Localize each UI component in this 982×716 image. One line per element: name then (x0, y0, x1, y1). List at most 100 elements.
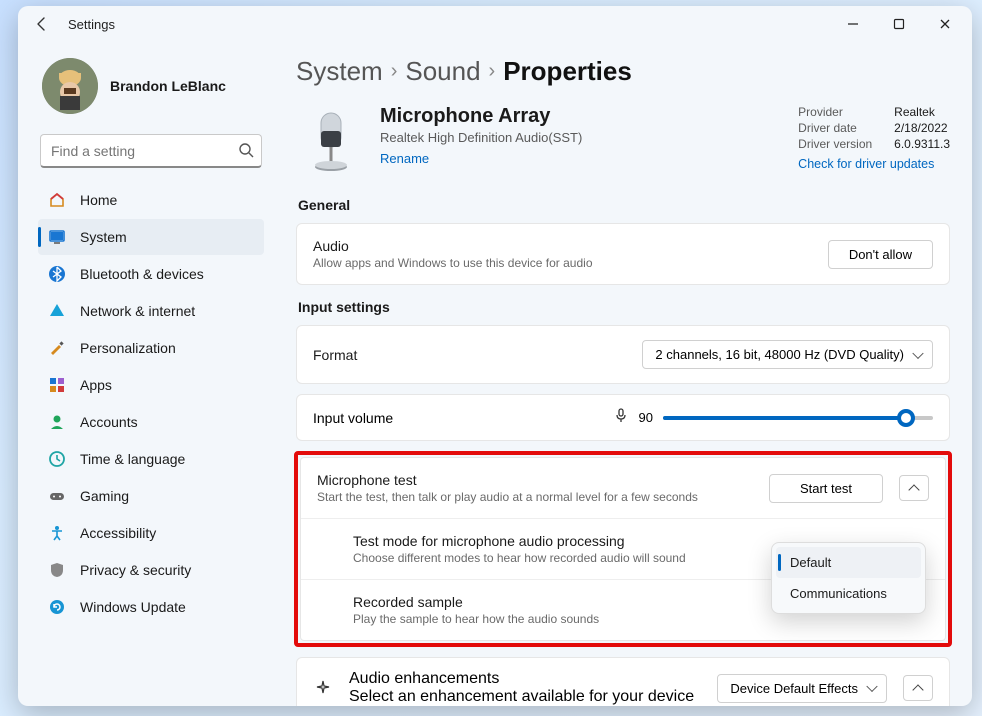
format-select[interactable]: 2 channels, 16 bit, 48000 Hz (DVD Qualit… (642, 340, 933, 369)
update-icon (48, 598, 66, 616)
app-title: Settings (68, 17, 115, 32)
meta-key: Provider (798, 105, 878, 119)
sidebar-item-label: Accessibility (80, 525, 156, 541)
volume-label: Input volume (313, 410, 601, 426)
sidebar-item-label: Personalization (80, 340, 176, 356)
accounts-icon (48, 413, 66, 431)
sidebar-item-label: Home (80, 192, 117, 208)
sidebar-item-update[interactable]: Windows Update (38, 589, 264, 625)
enhancements-card: Audio enhancements Select an enhancement… (296, 657, 950, 706)
close-button[interactable] (922, 7, 968, 41)
driver-meta: Provider Realtek Driver date 2/18/2022 Dri… (798, 105, 950, 171)
audio-sub: Allow apps and Windows to use this devic… (313, 256, 812, 270)
accessibility-icon (48, 524, 66, 542)
meta-value: 2/18/2022 (894, 121, 947, 135)
mic-icon[interactable] (613, 407, 629, 428)
sidebar-item-label: Windows Update (80, 599, 186, 615)
meta-value: Realtek (894, 105, 935, 119)
device-header: Microphone Array Realtek High Definition… (296, 105, 950, 183)
format-card: Format 2 channels, 16 bit, 48000 Hz (DVD… (296, 325, 950, 384)
profile-block[interactable]: Brandon LeBlanc (38, 52, 264, 130)
search-box (40, 134, 262, 168)
volume-slider[interactable] (663, 416, 933, 420)
sidebar-item-network[interactable]: Network & internet (38, 293, 264, 329)
sidebar-item-bluetooth[interactable]: Bluetooth & devices (38, 256, 264, 292)
sidebar-item-label: System (80, 229, 127, 245)
sidebar-item-accessibility[interactable]: Accessibility (38, 515, 264, 551)
breadcrumb: System › Sound › Properties (296, 56, 950, 87)
search-icon (238, 142, 254, 163)
microphone-icon (296, 105, 366, 183)
shield-icon (48, 561, 66, 579)
sidebar-item-label: Bluetooth & devices (80, 266, 204, 282)
chevron-up-icon (912, 684, 923, 695)
chevron-right-icon: › (489, 60, 496, 83)
titlebar: Settings (18, 6, 972, 42)
apps-icon (48, 376, 66, 394)
sidebar-item-label: Gaming (80, 488, 129, 504)
avatar (42, 58, 98, 114)
breadcrumb-properties: Properties (503, 56, 632, 87)
dropdown-option-communications[interactable]: Communications (776, 578, 921, 609)
enhancements-select[interactable]: Device Default Effects (717, 674, 887, 703)
maximize-button[interactable] (876, 7, 922, 41)
format-label: Format (313, 347, 626, 363)
mic-test-sub: Start the test, then talk or play audio … (317, 490, 753, 504)
sidebar-item-privacy[interactable]: Privacy & security (38, 552, 264, 588)
rename-link[interactable]: Rename (380, 151, 429, 166)
dropdown-option-default[interactable]: Default (776, 547, 921, 578)
minimize-button[interactable] (830, 7, 876, 41)
audio-card: Audio Allow apps and Windows to use this… (296, 223, 950, 285)
breadcrumb-sound[interactable]: Sound (405, 56, 480, 87)
chevron-up-icon (908, 484, 919, 495)
personalization-icon (48, 339, 66, 357)
back-button[interactable] (34, 16, 50, 32)
sidebar-item-home[interactable]: Home (38, 182, 264, 218)
enh-title: Audio enhancements (349, 670, 701, 688)
sidebar-item-personalization[interactable]: Personalization (38, 330, 264, 366)
audio-title: Audio (313, 238, 812, 254)
sidebar-item-label: Apps (80, 377, 112, 393)
sidebar-item-gaming[interactable]: Gaming (38, 478, 264, 514)
sidebar-item-accounts[interactable]: Accounts (38, 404, 264, 440)
recorded-sample-sub: Play the sample to hear how the audio so… (353, 612, 929, 626)
sidebar-item-label: Time & language (80, 451, 185, 467)
sidebar: Brandon LeBlanc Home System Bluetooth & … (18, 42, 278, 706)
expand-button[interactable] (903, 675, 933, 701)
sidebar-item-label: Network & internet (80, 303, 195, 319)
meta-key: Driver version (798, 137, 878, 151)
network-icon (48, 302, 66, 320)
user-name: Brandon LeBlanc (110, 78, 226, 94)
nav-list: Home System Bluetooth & devices Network … (38, 182, 264, 625)
meta-value: 6.0.9311.3 (894, 137, 950, 151)
meta-key: Driver date (798, 121, 878, 135)
gaming-icon (48, 487, 66, 505)
volume-card: Input volume 90 (296, 394, 950, 441)
sidebar-item-system[interactable]: System (38, 219, 264, 255)
home-icon (48, 191, 66, 209)
start-test-button[interactable]: Start test (769, 474, 883, 503)
sidebar-item-label: Accounts (80, 414, 138, 430)
dont-allow-button[interactable]: Don't allow (828, 240, 933, 269)
mic-test-title: Microphone test (317, 472, 753, 488)
bluetooth-icon (48, 265, 66, 283)
section-general: General (298, 197, 948, 213)
collapse-button[interactable] (899, 475, 929, 501)
settings-window: Settings Brandon LeBlanc Home (18, 6, 972, 706)
device-name: Microphone Array (380, 105, 784, 128)
search-input[interactable] (40, 134, 262, 168)
chevron-right-icon: › (391, 60, 398, 83)
sidebar-item-apps[interactable]: Apps (38, 367, 264, 403)
section-input: Input settings (298, 299, 948, 315)
sidebar-item-time[interactable]: Time & language (38, 441, 264, 477)
sparkle-icon (313, 678, 333, 698)
test-mode-dropdown: Default Communications (771, 542, 926, 614)
check-updates-link[interactable]: Check for driver updates (798, 157, 934, 171)
device-subtitle: Realtek High Definition Audio(SST) (380, 130, 784, 145)
system-icon (48, 228, 66, 246)
breadcrumb-system[interactable]: System (296, 56, 383, 87)
enh-sub: Select an enhancement available for your… (349, 688, 701, 706)
time-icon (48, 450, 66, 468)
volume-value: 90 (639, 410, 653, 425)
sidebar-item-label: Privacy & security (80, 562, 191, 578)
